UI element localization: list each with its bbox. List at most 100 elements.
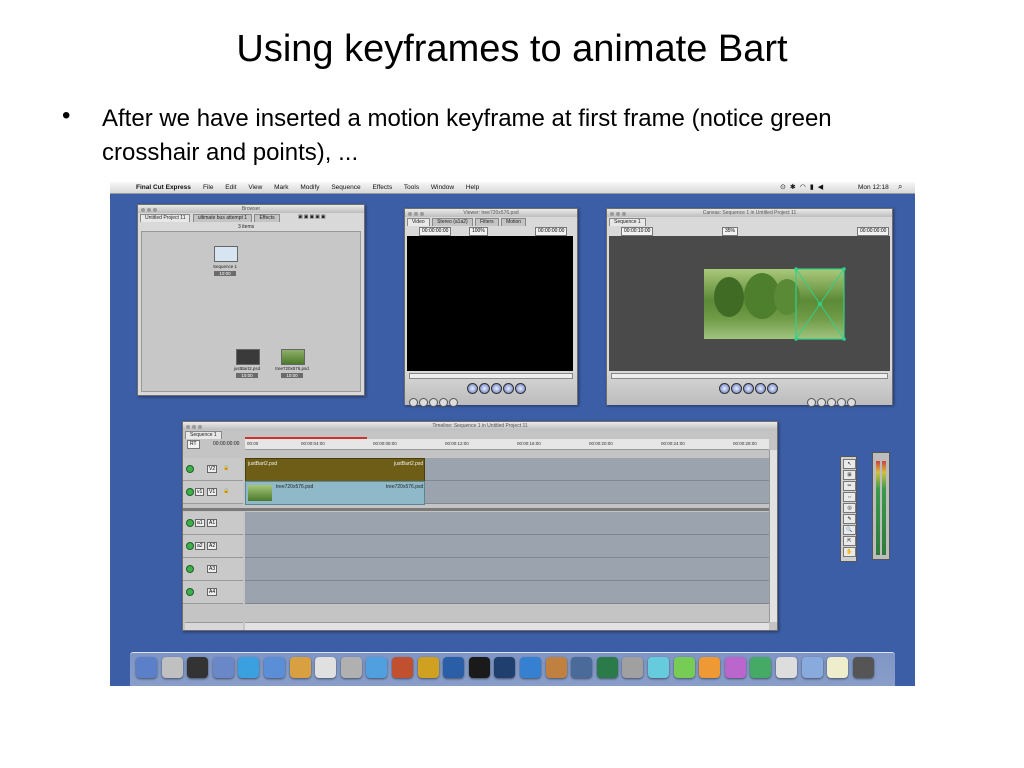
lock-icon[interactable]: 🔒 [223, 488, 229, 494]
track-audible-toggle[interactable] [186, 588, 194, 596]
track-destination[interactable]: V1 [207, 488, 218, 496]
dock-app-icon[interactable] [571, 657, 593, 678]
clip-justbart[interactable]: justBart2.psd justBart2.psd [245, 458, 425, 482]
dock-app-icon[interactable] [827, 657, 849, 678]
dock-app-icon[interactable] [315, 657, 337, 678]
menu-view[interactable]: View [248, 184, 262, 191]
menu-clock[interactable]: Mon 12:18 [858, 184, 889, 191]
tab-effects[interactable]: Effects [254, 214, 280, 222]
rt-menu[interactable]: RT [187, 440, 200, 449]
track-a1[interactable] [245, 512, 769, 535]
razor-tool[interactable]: ✂ [843, 481, 856, 491]
timeline-zoom-control[interactable] [185, 622, 243, 630]
dock-app-icon[interactable] [699, 657, 721, 678]
dock-app-icon[interactable] [289, 657, 311, 678]
track-destination[interactable]: A2 [207, 542, 218, 550]
tab-stereo[interactable]: Stereo (a1a2) [432, 218, 473, 226]
viewer-current-timecode[interactable]: 00:00:00:00 [535, 227, 568, 236]
canvas-transport-buttons[interactable] [719, 381, 779, 399]
viewer-titlebar[interactable]: Viewer: tree720x576.psd [405, 209, 577, 217]
track-audible-toggle[interactable] [186, 519, 194, 527]
viewer-transport-buttons[interactable] [467, 381, 527, 399]
dock-app-icon[interactable] [187, 657, 209, 678]
lock-icon[interactable]: 🔒 [223, 465, 229, 471]
track-audible-toggle[interactable] [186, 542, 194, 550]
canvas-duration-timecode[interactable]: 00:00:10:00 [621, 227, 654, 236]
track-destination[interactable]: A1 [207, 519, 218, 527]
track-visibility-toggle[interactable] [186, 465, 194, 473]
roll-tool[interactable]: ⇔ [843, 492, 856, 502]
dock-app-icon[interactable] [212, 657, 234, 678]
dock-app-icon[interactable] [852, 657, 874, 678]
canvas-mark-buttons[interactable] [807, 394, 857, 412]
dock-app-icon[interactable] [468, 657, 490, 678]
menu-file[interactable]: File [203, 184, 213, 191]
dock-app-icon[interactable] [776, 657, 797, 678]
spotlight-icon[interactable]: ⌕ [898, 182, 902, 192]
dock-app-icon[interactable] [494, 657, 516, 678]
menu-edit[interactable]: Edit [225, 184, 236, 191]
track-audible-toggle[interactable] [186, 565, 194, 573]
canvas-current-timecode[interactable]: 00:00:00:00 [857, 227, 890, 236]
tab-untitled-project[interactable]: Untitled Project 11 [140, 214, 191, 222]
track-destination[interactable]: A4 [207, 588, 218, 596]
tab-video[interactable]: Video [407, 218, 430, 226]
dock-app-icon[interactable] [750, 657, 772, 678]
zoom-tool[interactable]: 🔍 [843, 525, 856, 535]
track-destination[interactable]: V2 [207, 465, 218, 473]
viewer-scrubber[interactable] [409, 373, 573, 379]
dock-app-icon[interactable] [596, 657, 618, 678]
dock-app-icon[interactable] [443, 657, 465, 678]
viewer-zoom-select[interactable]: 100% [469, 227, 488, 236]
menu-help[interactable]: Help [466, 184, 479, 191]
browser-titlebar[interactable]: Browser [138, 205, 364, 213]
timeline-horizontal-scrollbar[interactable] [245, 622, 769, 630]
dock-app-icon[interactable] [392, 657, 413, 678]
viewer-video-area[interactable] [407, 236, 573, 371]
pen-tool[interactable]: ✎ [843, 514, 856, 524]
tab-motion[interactable]: Motion [501, 218, 527, 226]
dock-app-icon[interactable] [238, 657, 260, 678]
timeline-titlebar[interactable]: Timeline: Sequence 1 in Untitled Project… [183, 422, 777, 430]
app-menu[interactable]: Final Cut Express [136, 184, 191, 191]
dock-app-icon[interactable] [648, 657, 669, 678]
dock-app-icon[interactable] [673, 657, 695, 678]
track-source[interactable]: v1 [195, 488, 205, 496]
tab-bus-attempt[interactable]: ultimate bus attempt 1 [192, 214, 253, 222]
track-destination[interactable]: A3 [207, 565, 218, 573]
track-a4[interactable] [245, 581, 769, 604]
track-v1[interactable]: tree720x576.psd tree720x576.psd [245, 481, 769, 505]
edit-selection-tool[interactable]: ⊞ [843, 470, 856, 480]
clip-tree-icon[interactable] [281, 349, 305, 365]
canvas-scrubber[interactable] [611, 373, 888, 379]
hand-tool[interactable]: ✋ [843, 547, 856, 557]
menu-effects[interactable]: Effects [372, 184, 392, 191]
tab-sequence-1[interactable]: Sequence 1 [609, 218, 646, 226]
canvas-video-area[interactable] [609, 236, 890, 371]
tab-sequence-1[interactable]: Sequence 1 [185, 431, 222, 439]
clip-sequence-icon[interactable] [214, 246, 238, 262]
timeline-ruler[interactable]: 00:00 00:00:04:00 00:00:08:00 00:00:12:0… [245, 437, 769, 450]
track-a2[interactable] [245, 535, 769, 558]
menu-mark[interactable]: Mark [274, 184, 288, 191]
canvas-zoom-select[interactable]: 35% [722, 227, 739, 236]
clip-tree[interactable]: tree720x576.psd tree720x576.psd [245, 481, 425, 505]
status-icons[interactable]: ⊙✱◠▮◀ [780, 183, 827, 191]
dock-app-icon[interactable] [161, 657, 183, 678]
timeline-vertical-scrollbar[interactable] [769, 450, 777, 622]
selection-tool[interactable]: ↖ [843, 459, 856, 469]
dock-app-icon[interactable] [366, 657, 388, 678]
viewer-mark-buttons[interactable] [409, 394, 459, 412]
viewer-duration-timecode[interactable]: 00:00:00:00 [419, 227, 452, 236]
dock-app-icon[interactable] [801, 657, 823, 678]
menu-modify[interactable]: Modify [300, 184, 319, 191]
dock-app-icon[interactable] [417, 657, 439, 678]
track-source[interactable]: a2 [195, 542, 205, 550]
dock-app-icon[interactable] [264, 657, 285, 678]
dock-app-icon[interactable] [136, 657, 157, 678]
track-a3[interactable] [245, 558, 769, 581]
dock-app-icon[interactable] [724, 657, 746, 678]
distort-tool[interactable]: ⇱ [843, 536, 856, 546]
track-source[interactable]: a1 [195, 519, 205, 527]
menu-window[interactable]: Window [431, 184, 454, 191]
